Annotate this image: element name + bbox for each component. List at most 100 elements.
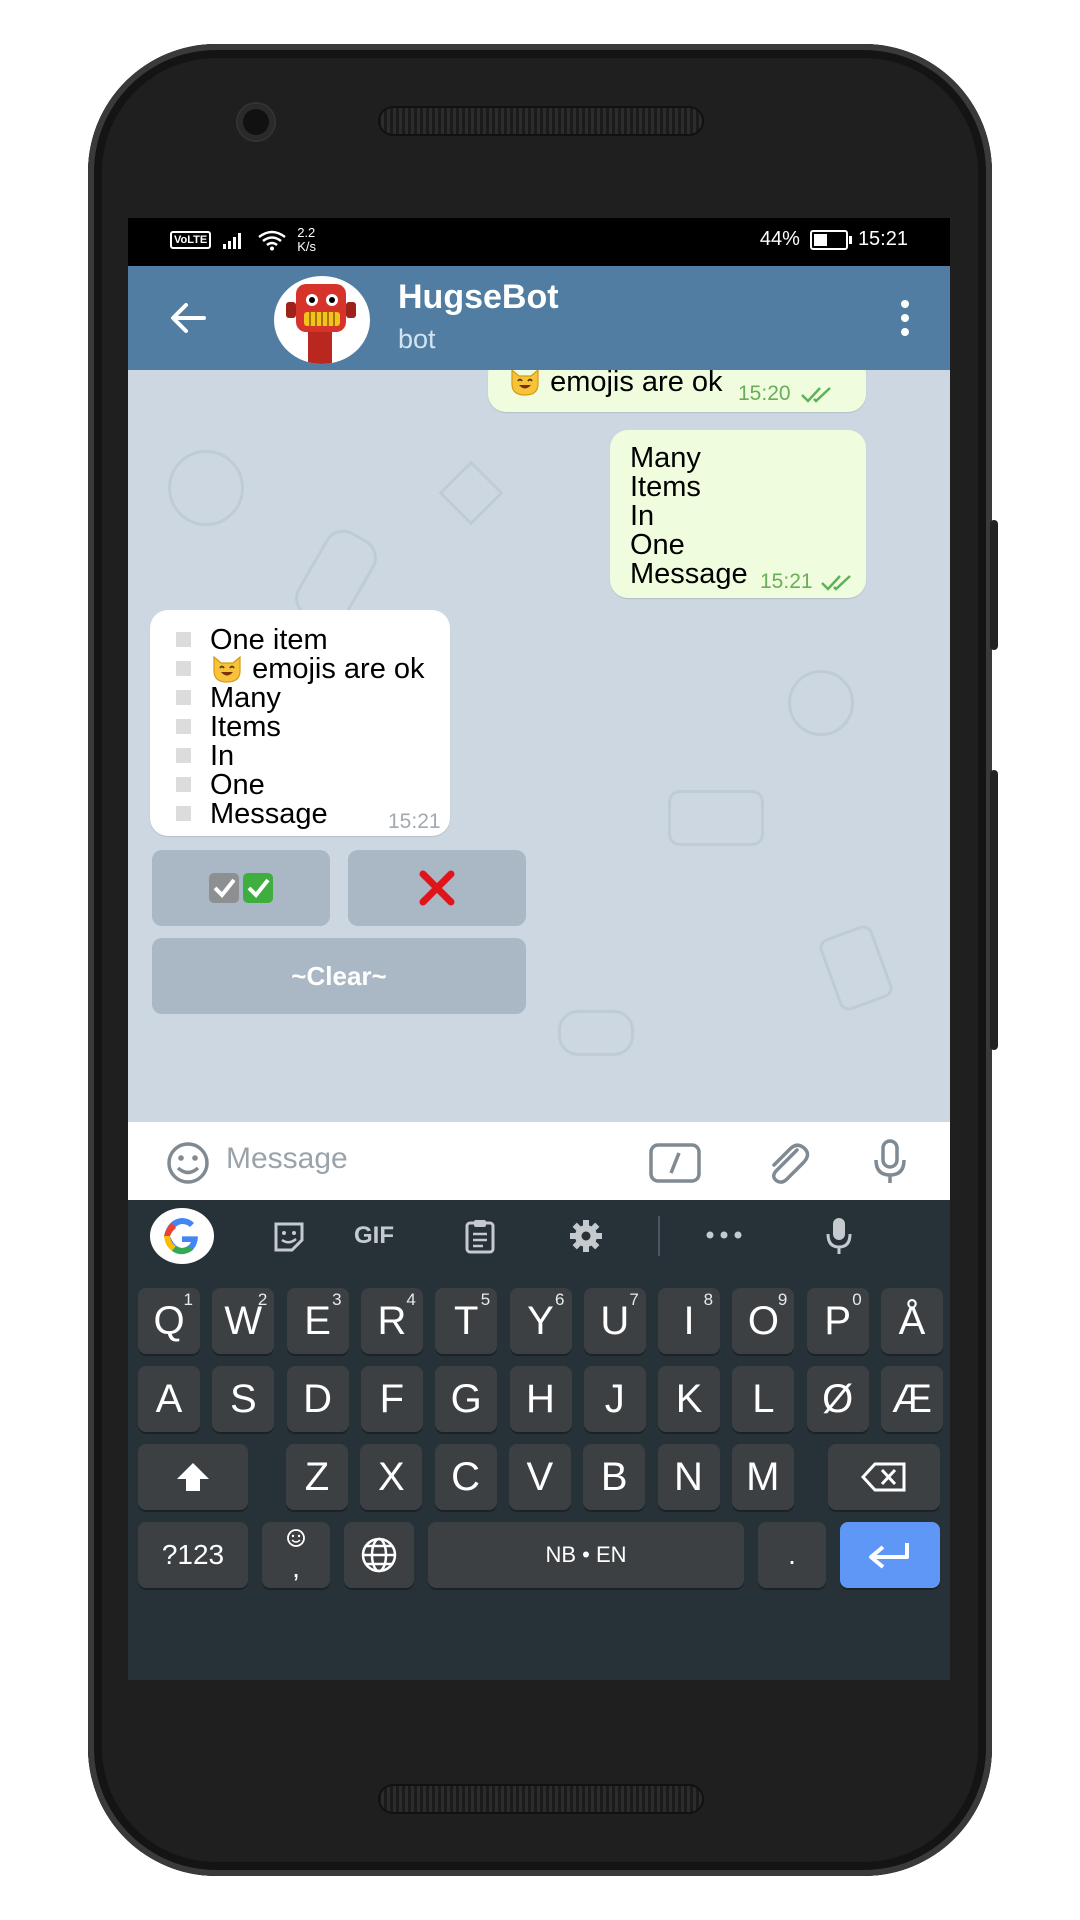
screen: VoLTE 2.2 K/s 44% 15:21 HugseBot bot emo… — [128, 218, 950, 1680]
clock: 15:21 — [857, 228, 908, 250]
key-label: E — [304, 1298, 331, 1343]
keyboard-toolbar: GIF — [128, 1200, 950, 1270]
sticker-icon[interactable] — [272, 1220, 306, 1252]
backspace-key[interactable] — [828, 1444, 940, 1510]
red-cross-icon — [419, 870, 455, 906]
google-icon[interactable] — [150, 1208, 214, 1264]
key-label: NB • EN — [545, 1542, 627, 1567]
key-n[interactable]: N — [657, 1444, 720, 1510]
key-p[interactable]: P0 — [806, 1288, 869, 1354]
double-check-icon — [801, 387, 831, 403]
globe-icon — [361, 1537, 397, 1573]
key-label: Y — [527, 1298, 554, 1343]
symbols-key[interactable]: ?123 — [138, 1522, 248, 1588]
comma-key[interactable]: , — [262, 1522, 330, 1588]
confirm-button[interactable] — [152, 850, 330, 926]
gif-button[interactable]: GIF — [354, 1222, 394, 1250]
key-x[interactable]: X — [360, 1444, 423, 1510]
key-k[interactable]: K — [658, 1366, 721, 1432]
key-s[interactable]: S — [212, 1366, 275, 1432]
language-key[interactable] — [344, 1522, 414, 1588]
message-time: 15:21 — [388, 810, 441, 833]
key-g[interactable]: G — [435, 1366, 498, 1432]
key-label: O — [747, 1298, 779, 1343]
key-d[interactable]: D — [286, 1366, 349, 1432]
key-o[interactable]: O9 — [732, 1288, 795, 1354]
chat-title[interactable]: HugseBot — [398, 278, 559, 317]
key-label: F — [379, 1376, 405, 1421]
period-key[interactable]: . — [758, 1522, 826, 1588]
key-label: T — [453, 1298, 479, 1343]
message-input[interactable]: Message — [226, 1142, 348, 1176]
key-label: Ø — [822, 1376, 854, 1421]
incoming-message[interactable]: One item emojis are ok Many Items In One… — [150, 610, 450, 836]
wallpaper-doodle — [168, 450, 244, 526]
key-u[interactable]: U7 — [583, 1288, 646, 1354]
key-label: I — [683, 1298, 695, 1343]
key-ø[interactable]: Ø — [806, 1366, 869, 1432]
attach-icon[interactable] — [762, 1140, 812, 1186]
key-label: D — [303, 1376, 333, 1421]
key-t[interactable]: T5 — [435, 1288, 498, 1354]
clear-button[interactable]: ~Clear~ — [152, 938, 526, 1014]
outgoing-message[interactable]: Many Items In One Message 15:21 — [610, 430, 866, 598]
key-hint: 3 — [332, 1290, 342, 1309]
key-y[interactable]: Y6 — [509, 1288, 572, 1354]
more-icon[interactable] — [704, 1230, 744, 1240]
emoji-icon[interactable] — [162, 1142, 214, 1184]
key-w[interactable]: W2 — [212, 1288, 275, 1354]
key-c[interactable]: C — [434, 1444, 497, 1510]
key-label: C — [451, 1454, 481, 1499]
key-label: X — [377, 1454, 405, 1499]
key-m[interactable]: M — [731, 1444, 794, 1510]
key-b[interactable]: B — [583, 1444, 646, 1510]
key-hint: 7 — [629, 1290, 639, 1309]
battery-fill — [813, 233, 828, 246]
message-text: emojis are ok — [550, 370, 723, 398]
shift-icon — [177, 1463, 209, 1491]
key-f[interactable]: F — [360, 1366, 423, 1432]
key-i[interactable]: I8 — [658, 1288, 721, 1354]
net-speed: 2.2 K/s — [297, 226, 316, 254]
key-hint: 1 — [183, 1290, 193, 1309]
key-label: ?123 — [161, 1539, 225, 1570]
key-a[interactable]: A — [138, 1366, 200, 1432]
double-check-icon — [821, 575, 851, 591]
key-v[interactable]: V — [508, 1444, 571, 1510]
cancel-button[interactable] — [348, 850, 526, 926]
key-e[interactable]: E3 — [286, 1288, 349, 1354]
microphone-icon[interactable] — [870, 1138, 910, 1186]
list-bullet — [176, 690, 191, 705]
chat-area[interactable]: emojis are ok 15:20 Many Items In One Me… — [128, 370, 950, 1122]
emoji-small-icon — [287, 1529, 305, 1547]
key-z[interactable]: Z — [286, 1444, 348, 1510]
key-q[interactable]: Q1 — [138, 1288, 200, 1354]
more-vert-icon[interactable] — [900, 298, 910, 338]
key-å[interactable]: Å — [881, 1288, 943, 1354]
volume-button — [990, 770, 998, 1050]
list-item-text: emojis are ok — [252, 653, 425, 685]
soft-keyboard: GIF Q1W2E3R4T5Y6U7I8O9P0ÅASDFGHJKLØÆZXCV… — [128, 1200, 950, 1680]
key-æ[interactable]: Æ — [881, 1366, 943, 1432]
key-r[interactable]: R4 — [360, 1288, 423, 1354]
battery-percent: 44% — [759, 228, 800, 250]
enter-key[interactable] — [840, 1522, 940, 1588]
clipboard-icon[interactable] — [464, 1218, 496, 1254]
key-h[interactable]: H — [509, 1366, 572, 1432]
shift-key[interactable] — [138, 1444, 248, 1510]
space-key[interactable]: NB • EN — [428, 1522, 744, 1588]
key-hint: 2 — [257, 1290, 268, 1309]
settings-icon[interactable] — [568, 1218, 604, 1254]
list-bullet — [176, 806, 191, 821]
wallpaper-doodle — [788, 670, 854, 736]
key-j[interactable]: J — [583, 1366, 646, 1432]
bot-commands-icon[interactable] — [648, 1142, 702, 1184]
mic-icon[interactable] — [824, 1216, 854, 1256]
key-hint: 9 — [777, 1290, 788, 1309]
key-l[interactable]: L — [732, 1366, 795, 1432]
key-hint: 6 — [555, 1290, 565, 1309]
back-arrow-icon[interactable] — [168, 300, 208, 336]
outgoing-message[interactable]: emojis are ok 15:20 — [488, 370, 866, 412]
chat-subtitle: bot — [398, 324, 436, 354]
avatar[interactable] — [274, 276, 370, 364]
